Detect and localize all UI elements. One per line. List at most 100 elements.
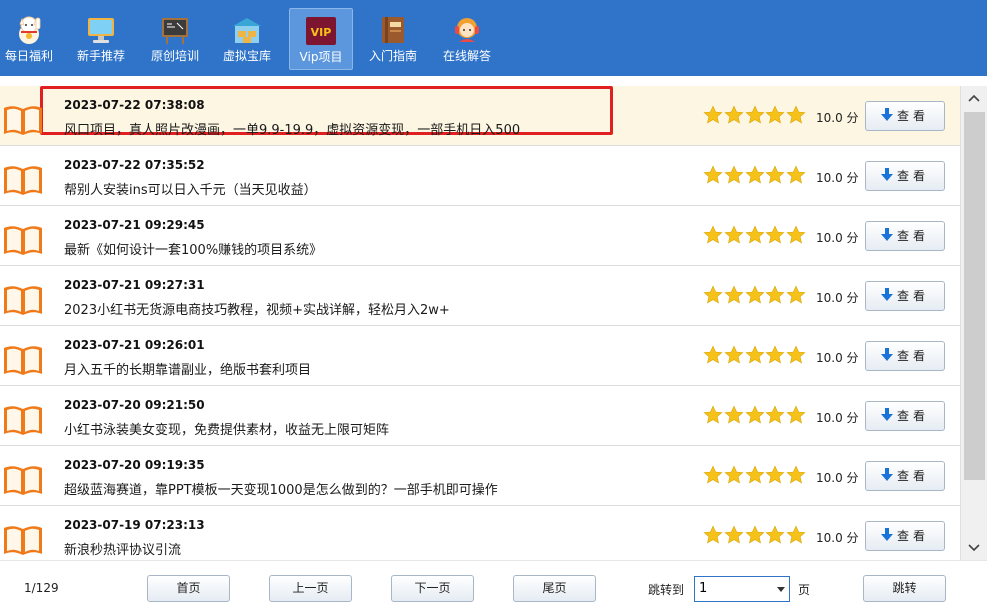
warehouse-icon xyxy=(233,18,261,43)
list-item[interactable]: 2023-07-21 09:27:31 2023小红书无货源电商技巧教程，视频+实… xyxy=(0,266,960,326)
open-book-icon xyxy=(4,526,42,555)
open-book-icon xyxy=(4,106,42,135)
item-title[interactable]: 风口项目，真人照片改漫画，一单9.9-19.9，虚拟资源变现，一部手机日入500 xyxy=(64,119,520,138)
view-button-label: 查看 xyxy=(896,349,929,363)
scroll-up-button[interactable] xyxy=(961,86,987,110)
view-button[interactable]: 查看 xyxy=(865,521,945,551)
scroll-thumb[interactable] xyxy=(964,112,985,480)
star-icon xyxy=(786,405,806,424)
page-select[interactable]: 1 xyxy=(694,576,790,602)
item-score: 10.0 分 xyxy=(816,231,859,245)
star-icon xyxy=(724,345,744,364)
view-button[interactable]: 查看 xyxy=(865,341,945,371)
toolbar-item-vip-project[interactable]: VIP Vip项目 xyxy=(289,8,353,70)
star-icon xyxy=(745,345,765,364)
monitor-icon xyxy=(88,18,114,43)
list-scrollbar[interactable] xyxy=(960,86,987,560)
view-button-label: 查看 xyxy=(896,289,929,303)
item-score: 10.0 分 xyxy=(816,351,859,365)
star-icon xyxy=(724,225,744,244)
toolbar-label: 原创培训 xyxy=(150,49,199,63)
item-date: 2023-07-19 07:23:13 xyxy=(64,518,205,532)
view-button[interactable]: 查看 xyxy=(865,461,945,491)
pagination-bar: 1/129 首页 上一页 下一页 尾页 跳转到 1 页 跳转 xyxy=(0,560,987,609)
star-icon xyxy=(724,465,744,484)
view-button[interactable]: 查看 xyxy=(865,221,945,251)
toolbar-item-original-training[interactable]: 原创培训 xyxy=(146,8,204,70)
star-icon xyxy=(724,405,744,424)
star-icon xyxy=(745,525,765,544)
scroll-down-button[interactable] xyxy=(961,536,987,560)
list-item[interactable]: 2023-07-20 09:21:50 小红书泳装美女变现，免费提供素材，收益无上… xyxy=(0,386,960,446)
toolbar-item-getting-started[interactable]: 入门指南 xyxy=(364,8,422,70)
view-button-label: 查看 xyxy=(896,529,929,543)
list-item[interactable]: 2023-07-20 09:19:35 超级蓝海赛道，靠PPT模板一天变现1000… xyxy=(0,446,960,506)
item-date: 2023-07-20 09:21:50 xyxy=(64,398,205,412)
list-item[interactable]: 2023-07-21 09:26:01 月入五千的长期靠谱副业，绝版书套利项目 10… xyxy=(0,326,960,386)
item-title[interactable]: 帮别人安装ins可以日入千元（当天见收益） xyxy=(64,179,317,198)
toolbar-item-newbie-recommend[interactable]: 新手推荐 xyxy=(72,8,130,70)
item-date: 2023-07-21 09:27:31 xyxy=(64,278,205,292)
star-icon xyxy=(745,165,765,184)
star-icon xyxy=(765,465,785,484)
item-score: 10.0 分 xyxy=(816,531,859,545)
view-button[interactable]: 查看 xyxy=(865,161,945,191)
rating-stars xyxy=(703,285,807,307)
list-item[interactable]: 2023-07-22 07:35:52 帮别人安装ins可以日入千元（当天见收益）… xyxy=(0,146,960,206)
list-item[interactable]: 2023-07-19 07:23:13 新浪秒热评协议引流 10.0 分 查看 xyxy=(0,506,960,560)
toolbar-item-daily-welfare[interactable]: 每日福利 xyxy=(0,8,58,70)
chevron-up-icon xyxy=(968,94,980,102)
star-icon xyxy=(703,465,723,484)
download-arrow-icon xyxy=(880,168,893,181)
guide-book-icon xyxy=(382,17,404,43)
view-button-label: 查看 xyxy=(896,469,929,483)
star-icon xyxy=(765,345,785,364)
view-button[interactable]: 查看 xyxy=(865,281,945,311)
top-toolbar: 每日福利 新手推荐 原创培训 虚拟宝库 VIP Vip项目 入门指南 在线解答 xyxy=(0,0,987,76)
vip-icon: VIP xyxy=(306,17,336,45)
view-button[interactable]: 查看 xyxy=(865,101,945,131)
item-title[interactable]: 新浪秒热评协议引流 xyxy=(64,539,181,558)
star-icon xyxy=(745,105,765,124)
list-item[interactable]: 2023-07-22 07:38:08 风口项目，真人照片改漫画，一单9.9-19… xyxy=(0,86,960,146)
item-title[interactable]: 最新《如何设计一套100%赚钱的项目系统》 xyxy=(64,239,322,258)
star-icon xyxy=(786,285,806,304)
item-title[interactable]: 2023小红书无货源电商技巧教程，视频+实战详解，轻松月入2w+ xyxy=(64,299,450,318)
last-page-button[interactable]: 尾页 xyxy=(513,575,596,602)
page-info: 1/129 xyxy=(24,581,59,595)
star-icon xyxy=(765,405,785,424)
next-page-button[interactable]: 下一页 xyxy=(391,575,474,602)
toolbar-label: 新手推荐 xyxy=(76,49,125,63)
open-book-icon xyxy=(4,166,42,195)
download-arrow-icon xyxy=(880,288,893,301)
item-title[interactable]: 超级蓝海赛道，靠PPT模板一天变现1000是怎么做到的？一部手机即可操作 xyxy=(64,479,498,498)
item-title[interactable]: 小红书泳装美女变现，免费提供素材，收益无上限可矩阵 xyxy=(64,419,389,438)
first-page-button[interactable]: 首页 xyxy=(147,575,230,602)
toolbar-item-online-answers[interactable]: 在线解答 xyxy=(438,8,496,70)
star-icon xyxy=(765,165,785,184)
page-select-value: 1 xyxy=(699,581,708,596)
star-icon xyxy=(786,525,806,544)
chevron-down-icon xyxy=(968,544,980,552)
list-item[interactable]: 2023-07-21 09:29:45 最新《如何设计一套100%赚钱的项目系统》… xyxy=(0,206,960,266)
jump-button[interactable]: 跳转 xyxy=(863,575,946,602)
toolbar-item-virtual-treasury[interactable]: 虚拟宝库 xyxy=(218,8,276,70)
rating-stars xyxy=(703,525,807,547)
star-icon xyxy=(786,105,806,124)
toolbar-label: Vip项目 xyxy=(299,50,343,64)
star-icon xyxy=(745,465,765,484)
item-title[interactable]: 月入五千的长期靠谱副业，绝版书套利项目 xyxy=(64,359,311,378)
star-icon xyxy=(703,345,723,364)
rating-stars xyxy=(703,165,807,187)
view-button[interactable]: 查看 xyxy=(865,401,945,431)
download-arrow-icon xyxy=(880,228,893,241)
support-agent-icon xyxy=(455,18,479,42)
open-book-icon xyxy=(4,406,42,435)
open-book-icon xyxy=(4,226,42,255)
view-button-label: 查看 xyxy=(896,109,929,123)
download-arrow-icon xyxy=(880,528,893,541)
star-icon xyxy=(724,525,744,544)
prev-page-button[interactable]: 上一页 xyxy=(269,575,352,602)
item-score: 10.0 分 xyxy=(816,471,859,485)
item-date: 2023-07-22 07:38:08 xyxy=(64,98,205,112)
